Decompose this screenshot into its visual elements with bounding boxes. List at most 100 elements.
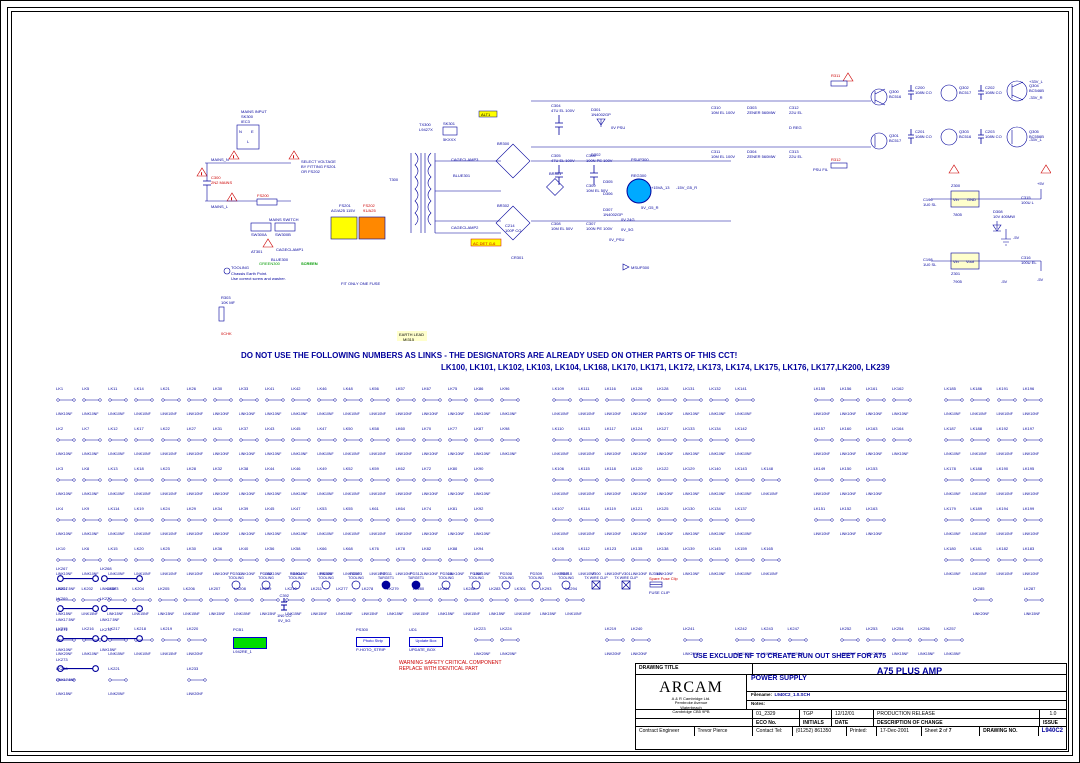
svg-text:47U EL 100V: 47U EL 100V	[551, 108, 575, 113]
svg-text:CAGECLAMP1: CAGECLAMP1	[276, 247, 304, 252]
svg-text:+33V_L: +33V_L	[1029, 79, 1044, 84]
spare-fuse-clip: BJ300Spare Fuse Clip FUSE CLIP	[649, 571, 678, 595]
link-designator-grid: LK1LK5LK11LK14LK21LK26LK30LK33LK41LK42LK…	[56, 386, 1049, 566]
svg-text:10M EL 100V: 10M EL 100V	[711, 110, 735, 115]
svg-text:1U0 SL: 1U0 SL	[923, 262, 937, 267]
svg-text:5V_G5_R: 5V_G5_R	[641, 205, 659, 210]
svg-text:BC517: BC517	[959, 90, 972, 95]
svg-text:1U0 SL: 1U0 SL	[923, 202, 937, 207]
filename: L940C2_1.0.SCH	[775, 692, 811, 697]
svg-text:MAINS_N: MAINS_N	[211, 157, 229, 162]
sheet-subtitle: POWER SUPPLY	[747, 675, 1066, 692]
svg-text:R312: R312	[831, 157, 841, 162]
schematic-area: .w{stroke:#00009c;stroke-width:0.6;fill:…	[171, 61, 1051, 341]
svg-text:BR300: BR300	[497, 141, 510, 146]
svg-text:BLUE301: BLUE301	[453, 173, 471, 178]
svg-text:BC516: BC516	[889, 94, 902, 99]
logo-cell: ARCAM A & R Cambridge Ltd. Pembroke Aven…	[636, 675, 747, 709]
svg-text:T300: T300	[389, 177, 399, 182]
svg-text:7805: 7805	[953, 212, 963, 217]
svg-text:REG300: REG300	[631, 173, 647, 178]
svg-text:22U EL: 22U EL	[789, 110, 803, 115]
svg-text:1N4002GP: 1N4002GP	[591, 112, 611, 117]
svg-text:L9427X: L9427X	[419, 127, 433, 132]
svg-text:BC517: BC517	[889, 138, 902, 143]
svg-text:Vin: Vin	[953, 197, 959, 202]
svg-text:-5V: -5V	[1013, 235, 1020, 240]
svg-text:FIT ONLY ONE FUSE: FIT ONLY ONE FUSE	[341, 281, 380, 286]
link-extras: LK267LINK17.5NFLK268LINK15NFLK269LINK17.…	[56, 566, 176, 687]
svg-text:CAGECLAMP3: CAGECLAMP3	[451, 157, 479, 162]
svg-text:GREEN300: GREEN300	[259, 261, 281, 266]
svg-text:100P CO: 100P CO	[505, 228, 521, 233]
svg-text:ALT1: ALT1	[481, 112, 491, 117]
svg-text:108N CO: 108N CO	[985, 90, 1002, 95]
svg-text:10K MF: 10K MF	[221, 300, 236, 305]
warning-link-list: LK100, LK101, LK102, LK103, LK104, LK168…	[441, 363, 890, 372]
svg-text:0V_5G: 0V_5G	[621, 227, 633, 232]
svg-text:91/A25: 91/A25	[363, 208, 376, 213]
svg-text:100U L: 100U L	[1021, 200, 1035, 205]
svg-text:108N CO: 108N CO	[915, 90, 932, 95]
svg-text:-5V: -5V	[1001, 279, 1008, 284]
svg-text:BR301: BR301	[549, 171, 562, 176]
svg-text:10M EL 100V: 10M EL 100V	[711, 154, 735, 159]
drawing-frame: DO NOT USE THE FOLLOWING NUMBERS AS LINK…	[0, 0, 1080, 763]
svg-text:BR302: BR302	[497, 203, 510, 208]
svg-text:CR301: CR301	[511, 255, 524, 260]
svg-text:!: !	[293, 154, 294, 159]
svg-text:R311: R311	[831, 73, 841, 78]
c392-cap: C392 1N0 CO0V_5G	[277, 593, 291, 623]
svg-text:PSU FIL: PSU FIL	[813, 167, 829, 172]
svg-text:D REG: D REG	[789, 125, 802, 130]
svg-text:ZENER 560MW: ZENER 560MW	[747, 154, 776, 159]
svg-text:5KXXX: 5KXXX	[443, 137, 456, 142]
svg-text:Z300: Z300	[951, 183, 961, 188]
svg-text:MI315: MI315	[403, 337, 415, 341]
svg-text:Vout: Vout	[966, 259, 975, 264]
svg-text:E: E	[251, 129, 254, 134]
svg-text:Z301: Z301	[951, 271, 961, 276]
svg-text:SCREEN: SCREEN	[301, 261, 318, 266]
svg-text:TOOLING: TOOLING	[231, 265, 249, 270]
svg-text:SW300A: SW300A	[251, 232, 267, 237]
drawing-number: L940C2	[1039, 727, 1066, 736]
svg-text:D302: D302	[591, 152, 601, 157]
svg-text:!: !	[231, 196, 232, 201]
svg-text:IEC3: IEC3	[241, 119, 251, 124]
svg-text:SK301: SK301	[443, 121, 456, 126]
svg-text:PSUP300: PSUP300	[631, 157, 649, 162]
svg-text:0V_PSU: 0V_PSU	[609, 237, 624, 242]
svg-text:FS200: FS200	[257, 193, 270, 198]
svg-text:-5V: -5V	[1037, 277, 1044, 282]
svg-text:7905: 7905	[953, 279, 963, 284]
svg-text:ZENER 560MW: ZENER 560MW	[747, 110, 776, 115]
svg-text:!: !	[233, 154, 234, 159]
svg-text:22U EL: 22U EL	[789, 154, 803, 159]
svg-text:10M EL 50V: 10M EL 50V	[551, 226, 573, 231]
svg-text:MSUP300: MSUP300	[631, 265, 650, 270]
svg-text:0CHK: 0CHK	[221, 331, 232, 336]
svg-text:47U EL 100V: 47U EL 100V	[551, 158, 575, 163]
svg-text:0V 24G: 0V 24G	[621, 217, 635, 222]
svg-text:GND: GND	[967, 197, 976, 202]
svg-text:BC516: BC516	[959, 134, 972, 139]
svg-text:Vin: Vin	[953, 259, 959, 264]
svg-text:Use correct screw and washer.: Use correct screw and washer.	[231, 276, 286, 281]
svg-text:10V 400MW: 10V 400MW	[993, 214, 1015, 219]
svg-text:+5V: +5V	[1037, 181, 1045, 186]
svg-text:2N2 MAINS: 2N2 MAINS	[211, 180, 232, 185]
svg-text:-33V_R: -33V_R	[1029, 95, 1043, 100]
title-block: DRAWING TITLE A75 PLUS AMP ARCAM A & R C…	[635, 663, 1067, 750]
svg-text:OR FS202: OR FS202	[301, 169, 321, 174]
tooling-pads-row: PD301TOOLINGPD302TOOLINGPD304TOOLINGPD30…	[221, 571, 641, 591]
product-name: A75 PLUS AMP	[753, 664, 1066, 674]
svg-text:AC DET G-6: AC DET G-6	[473, 241, 496, 246]
svg-text:-15V_G5_R: -15V_G5_R	[676, 185, 697, 190]
drawing-title-label: DRAWING TITLE	[636, 664, 753, 674]
svg-text:!: !	[201, 171, 202, 176]
svg-text:108N CO: 108N CO	[985, 134, 1002, 139]
svg-text:MAINS SWITCH: MAINS SWITCH	[269, 217, 299, 222]
schematic-svg: .w{stroke:#00009c;stroke-width:0.6;fill:…	[171, 61, 1051, 341]
svg-text:BC546B: BC546B	[1029, 88, 1044, 93]
